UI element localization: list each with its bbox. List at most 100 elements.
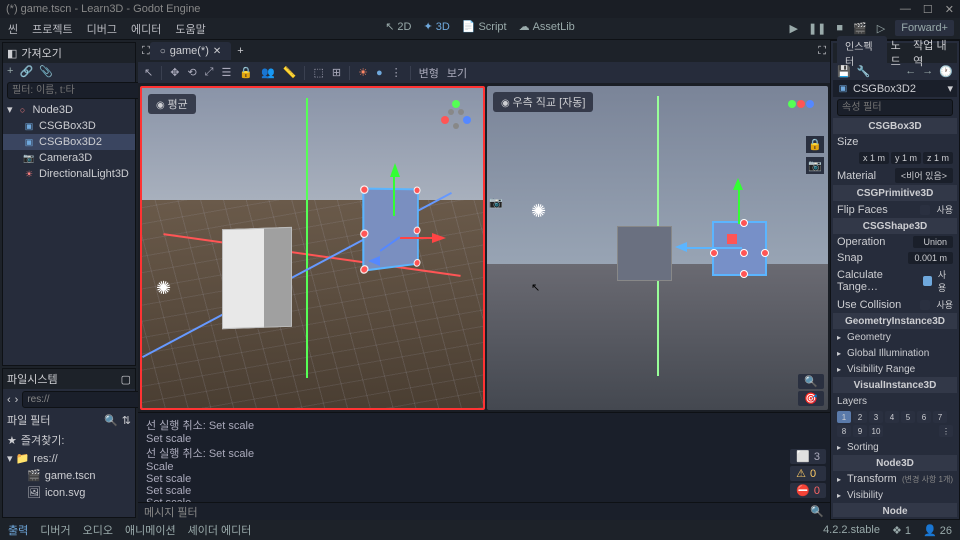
move-gizmo-x[interactable] — [432, 233, 446, 243]
ruler-icon[interactable]: 📏 — [283, 66, 297, 79]
class-header[interactable]: VisualInstance3D — [833, 377, 957, 393]
script-attach-icon[interactable]: 📎 — [39, 65, 53, 78]
sun-toggle-icon[interactable]: ☀ — [358, 66, 368, 79]
close-icon[interactable]: ✕ — [945, 3, 954, 16]
rotate-tool-icon[interactable]: ⟲ — [187, 66, 196, 79]
pause-icon[interactable]: ❚❚ — [808, 22, 826, 35]
tree-node-root[interactable]: ▾○Node3D — [3, 101, 135, 118]
menu-scene[interactable]: 씬 — [8, 21, 18, 37]
file-item[interactable]: 🖼 icon.svg — [3, 484, 135, 501]
info-count[interactable]: ⬜ 3 — [790, 449, 826, 464]
group-sorting[interactable]: Sorting — [833, 439, 957, 455]
move-gizmo-x[interactable] — [727, 234, 737, 244]
move-gizmo-y[interactable] — [733, 178, 743, 190]
scope-badge[interactable]: 🎯 — [798, 391, 824, 406]
viewport-label[interactable]: ◉ 평균 — [148, 94, 196, 114]
back-icon[interactable]: ← — [905, 65, 916, 78]
workspace-2d[interactable]: ↖ 2D — [385, 20, 411, 33]
transform-menu[interactable]: 변형 — [419, 65, 439, 81]
history-icon[interactable]: 🕐 — [939, 65, 953, 78]
snap-icon[interactable]: ⊞ — [332, 66, 341, 79]
select-tool-icon[interactable]: ↖ — [144, 66, 153, 79]
dock-pin-icon[interactable]: ◧ — [7, 47, 17, 60]
tree-node-csgbox2[interactable]: ▣CSGBox3D2 — [3, 134, 135, 150]
prop-size[interactable]: x 1 my 1 mz 1 m — [833, 150, 957, 166]
scene-tree[interactable]: ▾○Node3D ▣CSGBox3D ▣CSGBox3D2 📷Camera3D … — [3, 101, 135, 365]
lock-icon[interactable]: 🔒 — [239, 66, 253, 79]
play-scene-icon[interactable]: 🎬 — [853, 22, 867, 35]
viewport-label[interactable]: ◉ 우측 직교 [자동] — [493, 92, 593, 112]
menu-debug[interactable]: 디버그 — [87, 21, 117, 37]
bottom-tab-audio[interactable]: 오디오 — [83, 522, 113, 538]
env-toggle-icon[interactable]: ● — [376, 67, 383, 79]
search-icon[interactable]: 🔍 — [104, 414, 118, 427]
back-icon[interactable]: ‹ — [7, 394, 11, 406]
prop-use-collision[interactable]: Use Collision사용 — [833, 296, 957, 313]
viewport-perspective[interactable]: ◉ 평균 — [140, 86, 485, 410]
menu-project[interactable]: 프로젝트 — [32, 21, 72, 37]
bottom-tab-output[interactable]: 출력 — [8, 522, 28, 538]
class-header[interactable]: Node3D — [833, 455, 957, 471]
menu-help[interactable]: 도움말 — [175, 21, 205, 37]
scene-tab-game[interactable]: ○ game(*) ✕ — [150, 42, 232, 60]
maximize-icon[interactable]: ☐ — [923, 3, 933, 16]
camera-lock-icon[interactable]: 🔒 — [806, 136, 824, 153]
move-gizmo-y[interactable] — [390, 163, 400, 177]
class-header[interactable]: GeometryInstance3D — [833, 313, 957, 329]
fwd-icon[interactable]: › — [15, 394, 19, 406]
sort-icon[interactable]: ⇅ — [122, 414, 131, 427]
viewport-ortho[interactable]: ◉ 우측 직교 [자동] 🔒 📷 — [487, 86, 828, 410]
minimize-icon[interactable]: — — [900, 3, 911, 16]
axis-gizmo-icon[interactable] — [437, 96, 475, 134]
view-menu[interactable]: 보기 — [447, 65, 467, 81]
warn-count[interactable]: ⚠ 0 — [790, 466, 826, 481]
bottom-tab-shader[interactable]: 셰이더 에디터 — [188, 522, 252, 538]
prop-material[interactable]: Material<비어 있음> — [833, 166, 957, 185]
play-custom-icon[interactable]: ▷ — [877, 22, 885, 35]
group-visibility[interactable]: Visibility — [833, 487, 957, 503]
workspace-script[interactable]: 📄 Script — [462, 20, 507, 33]
workspace-assetlib[interactable]: ☁ AssetLib — [519, 20, 575, 33]
property-filter-input[interactable] — [837, 99, 953, 116]
scale-tool-icon[interactable]: ⤢ — [205, 66, 214, 79]
move-tool-icon[interactable]: ✥ — [170, 66, 179, 79]
tool-icon[interactable]: 🔧 — [857, 65, 871, 78]
tab-filesystem[interactable]: 파일시스템 — [7, 371, 58, 387]
menu-editor[interactable]: 에디터 — [131, 21, 161, 37]
bottom-tab-debugger[interactable]: 디버거 — [40, 522, 70, 538]
list-tool-icon[interactable]: ☰ — [221, 66, 231, 79]
scene-filter-input[interactable] — [7, 82, 149, 99]
prop-snap[interactable]: Snap0.001 m — [833, 250, 957, 266]
collapse-icon[interactable]: ▢ — [121, 373, 131, 386]
link-icon[interactable]: 🔗 — [19, 65, 33, 78]
stop-icon[interactable]: ■ — [836, 22, 843, 34]
move-gizmo-z[interactable] — [368, 256, 380, 266]
group-icon[interactable]: 👥 — [261, 66, 275, 79]
local-space-icon[interactable]: ⬚ — [313, 66, 323, 79]
axis-gizmo-icon[interactable] — [782, 94, 820, 132]
group-gi[interactable]: Global Illumination — [833, 345, 957, 361]
bottom-tab-anim[interactable]: 애니메이션 — [125, 522, 176, 538]
class-header[interactable]: CSGBox3D — [833, 118, 957, 134]
camera-view-icon[interactable]: 📷 — [806, 157, 824, 174]
object-selector[interactable]: ▣ CSGBox3D2 ▾ — [833, 80, 957, 97]
prop-operation[interactable]: OperationUnion — [833, 234, 957, 250]
distraction-free-icon[interactable]: ⛶ — [142, 45, 150, 58]
prop-calc-tangents[interactable]: Calculate Tange…사용 — [833, 266, 957, 296]
prop-flip-faces[interactable]: Flip Faces사용 — [833, 201, 957, 218]
file-item[interactable]: 🎬 game.tscn — [3, 467, 135, 484]
class-header[interactable]: CSGPrimitive3D — [833, 185, 957, 201]
fwd-icon[interactable]: → — [922, 65, 933, 78]
play-icon[interactable]: ▶ — [789, 22, 797, 35]
filter-search-icon[interactable]: 🔍 — [810, 505, 824, 518]
group-transform[interactable]: Transform(변경 사항 1개) — [833, 471, 957, 487]
group-geometry[interactable]: Geometry — [833, 329, 957, 345]
workspace-3d[interactable]: ✦ 3D — [423, 20, 449, 33]
search-badge[interactable]: 🔍 — [798, 374, 824, 389]
preview-icon[interactable]: ⋮ — [391, 66, 402, 79]
tree-node-csgbox[interactable]: ▣CSGBox3D — [3, 118, 135, 134]
expand-icon[interactable]: ⛶ — [818, 45, 826, 58]
file-tree[interactable]: ★ 즐겨찾기: ▾ 📁 res:// 🎬 game.tscn 🖼 icon.sv… — [3, 430, 135, 517]
add-node-icon[interactable]: + — [7, 65, 13, 78]
save-icon[interactable]: 💾 — [837, 65, 851, 78]
